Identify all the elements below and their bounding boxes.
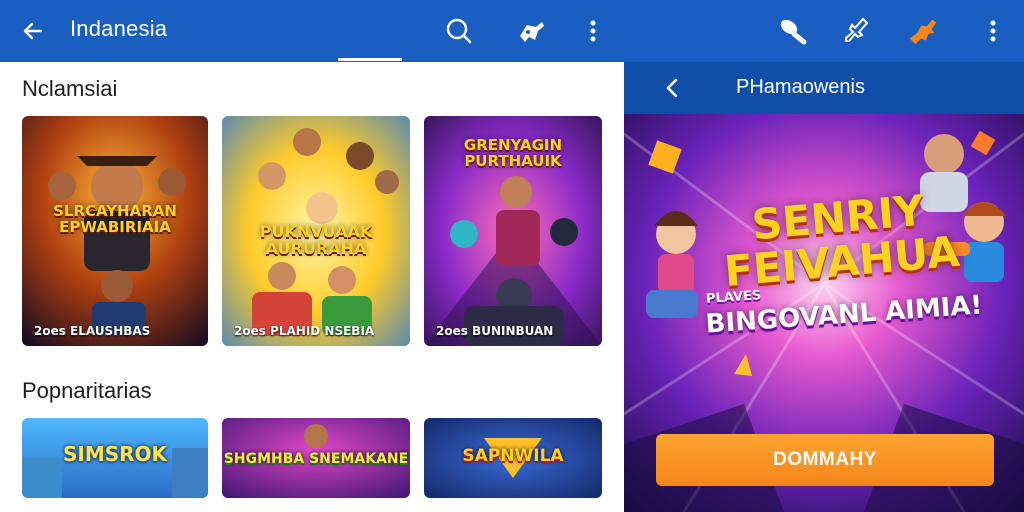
character-icon[interactable]	[906, 14, 940, 48]
more-vert-icon[interactable]	[976, 14, 1010, 48]
tile-title: SLRCAYHARAN EPWABIRIAIA	[53, 202, 177, 236]
game-tile[interactable]: SIMSROK	[22, 418, 208, 498]
tile-caption: 2oes PLAHID NSEBIA	[234, 324, 375, 338]
promo-header-title: PHamaowenis	[736, 76, 865, 98]
game-tile[interactable]: SHGMHBA SNEMAKANE	[222, 418, 410, 498]
game-tile[interactable]: SLRCAYHARAN EPWABIRIAIA 2oes ELAUSHBAS	[22, 116, 208, 346]
tile-caption: 2oes BUNINBUAN	[436, 324, 554, 338]
search-icon[interactable]	[442, 14, 476, 48]
pin-icon[interactable]	[840, 14, 874, 48]
page-title: Indanesia	[70, 16, 168, 41]
tile-title: PUKNVUAAK AURURAHA	[259, 222, 373, 258]
more-vert-icon[interactable]	[576, 14, 610, 48]
gamepad-icon[interactable]	[514, 14, 548, 48]
game-list-panel: Nclamsiai SLRCAYHARAN EPWABIRIAIA 2oes E…	[0, 62, 624, 512]
game-tile[interactable]: GRENYAGIN PURTHAUIK 2oes BUNINBUAN	[424, 116, 602, 346]
tab-indicator	[338, 58, 402, 61]
game-tile[interactable]: SAPNWILA	[424, 418, 602, 498]
tile-title: GRENYAGIN PURTHAUIK	[463, 136, 563, 170]
tile-caption: 2oes ELAUSHBAS	[34, 324, 151, 338]
cta-button[interactable]: DOMMAHY	[656, 434, 994, 486]
tile-title: SHGMHBA SNEMAKANE	[223, 451, 409, 467]
app-bar: Indanesia	[0, 0, 1024, 62]
chevron-left-icon[interactable]	[658, 74, 686, 102]
tile-title: SIMSROK	[62, 442, 168, 466]
tile-title: SAPNWILA	[462, 446, 564, 466]
joystick-icon[interactable]	[776, 14, 810, 48]
section-title: Popnaritarias	[22, 378, 152, 403]
game-tile[interactable]: PUKNVUAAK AURURAHA 2oes PLAHID NSEBIA	[222, 116, 410, 346]
section-title: Nclamsiai	[22, 76, 118, 101]
promo-panel: PHamaowenis SENRIY FEIVAHUA PLAVES BINGO…	[624, 62, 1024, 512]
promo-header: PHamaowenis	[624, 62, 1024, 114]
back-arrow-icon[interactable]	[16, 14, 50, 48]
